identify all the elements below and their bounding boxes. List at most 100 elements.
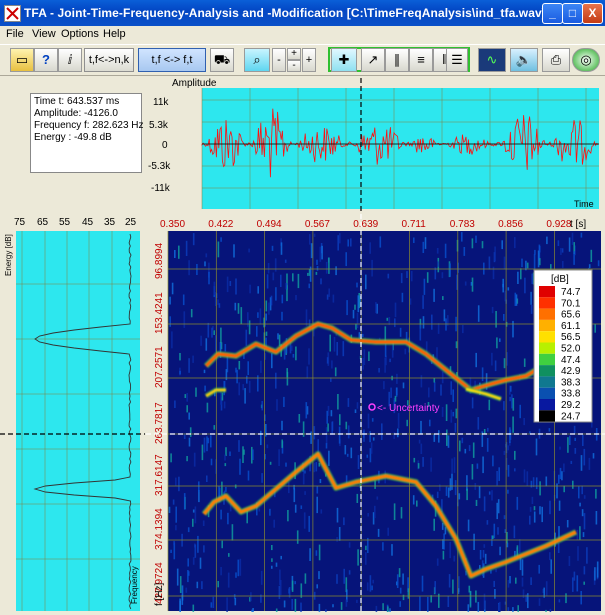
help-icon[interactable]: ?	[34, 48, 58, 72]
spectrogram-panel[interactable]: 0.350 0.422 0.494 0.567 0.639 0.711 0.783 0.856…	[146, 214, 605, 615]
noise-streak	[338, 527, 341, 541]
noise-streak	[179, 600, 181, 615]
noise-streak	[399, 587, 402, 594]
noise-streak	[229, 281, 232, 286]
noise-streak	[168, 506, 171, 513]
noise-streak	[227, 512, 229, 525]
noise-streak	[488, 491, 491, 495]
noise-streak	[483, 496, 486, 512]
noise-streak	[495, 311, 497, 328]
noise-streak	[260, 570, 263, 585]
noise-streak	[597, 260, 600, 267]
noise-streak	[357, 455, 360, 469]
noise-streak	[507, 287, 510, 291]
noise-streak	[498, 467, 500, 481]
zoom-icon[interactable]: ⌕	[244, 48, 270, 72]
cursor-cross-icon[interactable]: ✚	[331, 48, 357, 72]
noise-streak	[545, 476, 548, 487]
car-icon[interactable]: ⛟	[210, 48, 234, 72]
noise-streak	[234, 484, 237, 489]
pointer-icon[interactable]: ↗	[361, 48, 385, 72]
hlines-dense-icon[interactable]: ☰	[446, 48, 468, 72]
noise-streak	[336, 507, 339, 523]
noise-streak	[298, 414, 301, 423]
noise-streak	[514, 237, 516, 249]
menu-view[interactable]: View	[32, 28, 56, 40]
speaker-icon[interactable]: 🔈	[510, 48, 538, 72]
tf-ft-button[interactable]: t,f <-> f,t	[138, 48, 206, 72]
vertical-lines-icon[interactable]: ∥	[385, 48, 409, 72]
noise-streak	[497, 527, 499, 535]
noise-streak	[271, 558, 273, 562]
maximize-button[interactable]: □	[562, 3, 583, 24]
noise-streak	[478, 486, 481, 499]
noise-streak	[514, 450, 516, 460]
noise-streak	[539, 481, 541, 496]
minimize-button[interactable]: _	[542, 3, 563, 24]
noise-streak	[444, 527, 447, 535]
noise-streak	[247, 470, 250, 481]
noise-streak	[448, 574, 451, 588]
noise-streak	[305, 309, 308, 326]
noise-streak	[226, 276, 229, 293]
noise-streak	[336, 342, 338, 356]
noise-streak	[266, 274, 269, 289]
noise-streak	[356, 493, 359, 503]
noise-streak	[477, 305, 480, 322]
zoom-plus-button[interactable]: +	[302, 48, 316, 72]
amplitude-plot[interactable]: Amplitude 11k 5.3k 0 -5.3k -11k Time	[146, 78, 603, 211]
noise-streak	[433, 288, 435, 302]
waveform-icon[interactable]: ∿	[478, 48, 506, 72]
noise-streak	[520, 268, 522, 280]
noise-streak	[417, 463, 420, 469]
info-icon[interactable]: ⅈ	[58, 48, 82, 72]
time-unit: t [s]	[570, 219, 586, 230]
spectrogram-svg[interactable]: 0.350 0.422 0.494 0.567 0.639 0.711 0.783 0.856…	[146, 214, 605, 615]
noise-streak	[220, 327, 222, 343]
export-icon[interactable]: ⎙	[542, 48, 570, 72]
noise-streak	[235, 367, 237, 373]
noise-streak	[539, 506, 541, 515]
noise-streak	[335, 266, 337, 276]
noise-streak	[381, 423, 383, 440]
noise-streak	[175, 477, 177, 486]
zoom-minus-button[interactable]: -	[272, 48, 286, 72]
menu-help[interactable]: Help	[103, 28, 126, 40]
close-button[interactable]: X	[582, 3, 603, 24]
noise-streak	[325, 427, 328, 445]
open-folder-icon[interactable]: ▭	[10, 48, 34, 72]
legend-swatch	[539, 319, 555, 332]
noise-streak	[475, 352, 477, 368]
legend-swatch	[539, 297, 555, 309]
time-tick: 0.928	[546, 219, 571, 230]
zoom-minus-bottom-button[interactable]: -	[287, 60, 301, 72]
noise-streak	[169, 296, 171, 305]
amplitude-svg[interactable]: Amplitude 11k 5.3k 0 -5.3k -11k Time	[146, 78, 603, 211]
noise-streak	[579, 526, 581, 540]
menu-bar: File View Options Help	[0, 26, 605, 44]
noise-streak	[486, 438, 489, 452]
globe-icon[interactable]: ◎	[572, 48, 600, 72]
noise-streak	[287, 510, 289, 522]
noise-streak	[190, 309, 193, 318]
noise-streak	[193, 452, 196, 467]
noise-streak	[455, 341, 458, 349]
menu-options[interactable]: Options	[61, 28, 99, 40]
noise-streak	[576, 575, 579, 592]
energy-panel[interactable]: 75 65 55 45 35 25 Energy [dB] Frequency	[0, 214, 145, 612]
tf-nk-button[interactable]: t,f<->n,k	[84, 48, 134, 72]
noise-streak	[310, 431, 312, 444]
noise-streak	[494, 589, 496, 599]
zoom-plus-top-button[interactable]: +	[287, 48, 301, 60]
noise-streak	[515, 577, 517, 584]
horizontal-lines-icon[interactable]: ≡	[409, 48, 433, 72]
noise-streak	[336, 537, 338, 542]
energy-svg[interactable]: 75 65 55 45 35 25 Energy [dB] Frequency	[0, 214, 145, 612]
noise-streak	[436, 558, 439, 566]
noise-streak	[260, 430, 262, 446]
noise-streak	[475, 235, 477, 243]
noise-streak	[333, 336, 336, 352]
menu-file[interactable]: File	[6, 28, 24, 40]
noise-streak	[244, 388, 246, 404]
noise-streak	[402, 594, 405, 601]
